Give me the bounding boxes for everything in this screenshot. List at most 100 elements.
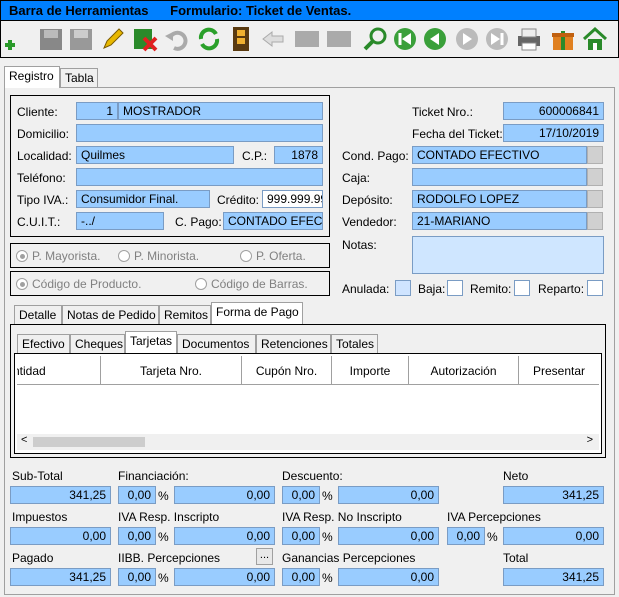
vendedor-field[interactable]: 21-MARIANO [412,212,587,230]
fecha-field[interactable]: 17/10/2019 [503,124,604,142]
financiacion-pct-field[interactable]: 0,00 [118,486,156,504]
iva-rni-pct-field[interactable]: 0,00 [282,527,320,545]
tab-remitos[interactable]: Remitos [159,305,211,325]
save-disabled-icon[interactable] [67,24,95,54]
first-record-icon[interactable] [391,24,419,54]
domicilio-field[interactable] [76,124,323,142]
iva-perc-pct-field[interactable]: 0,00 [447,527,485,545]
edit-icon[interactable] [99,24,127,54]
reparto-label: Reparto: [538,282,585,296]
tab-tabla[interactable]: Tabla [60,68,98,88]
notas-field[interactable] [412,236,604,274]
ganancias-label: Ganancias Percepciones [282,551,416,565]
iva-rni-field[interactable]: 0,00 [338,527,439,545]
radio-p-mayorista[interactable]: P. Mayorista. [16,249,100,263]
caja-dropdown[interactable] [587,168,603,186]
home-icon[interactable] [581,24,609,54]
cuit-field[interactable]: -../ [76,212,164,230]
ganancias-pct-field[interactable]: 0,00 [282,568,320,586]
pagado-field[interactable]: 341,25 [10,568,111,586]
search-icon[interactable] [361,24,389,54]
ticket-nro-field[interactable]: 600006841 [503,102,604,120]
total-field[interactable]: 341,25 [503,568,604,586]
radio-codigo-producto[interactable]: Código de Producto. [16,277,141,291]
pct-sign: % [322,571,333,585]
horizontal-scrollbar[interactable]: < > [17,434,599,450]
descuento-pct-field[interactable]: 0,00 [282,486,320,504]
cuit-label: C.U.I.T.: [17,215,61,229]
financiacion-field[interactable]: 0,00 [174,486,275,504]
refresh-icon[interactable] [195,24,223,54]
disabled-icon[interactable] [293,24,321,54]
baja-checkbox[interactable] [447,280,463,296]
cp-field[interactable]: 1878 [274,146,323,164]
tab-detalle[interactable]: Detalle [14,305,62,325]
remito-checkbox[interactable] [514,280,530,296]
ganancias-field[interactable]: 0,00 [338,568,439,586]
iva-ri-field[interactable]: 0,00 [174,527,275,545]
add-icon[interactable] [3,24,31,54]
tab-forma-pago[interactable]: Forma de Pago [211,302,303,324]
vendedor-dropdown[interactable] [587,212,603,230]
iibb-field[interactable]: 0,00 [174,568,275,586]
last-record-icon[interactable] [483,24,511,54]
iva-ri-pct-field[interactable]: 0,00 [118,527,156,545]
next-record-icon[interactable] [453,24,481,54]
iibb-ellipsis-button[interactable]: ... [256,548,273,565]
previous-record-icon[interactable] [421,24,449,54]
credito-field[interactable]: 999.999.99 [262,190,323,208]
grid-header-importe[interactable]: Importe [332,356,409,384]
descuento-field[interactable]: 0,00 [338,486,439,504]
scrollbar-thumb[interactable] [33,437,145,447]
iva-perc-field[interactable]: 0,00 [503,527,604,545]
anulada-checkbox[interactable] [395,280,411,296]
anulada-label: Anulada: [342,282,390,296]
tab-totales[interactable]: Totales [331,334,378,354]
tab-cheques[interactable]: Cheques [70,334,125,354]
tarjetas-grid[interactable]: ntidad Tarjeta Nro. Cupón Nro. Importe A… [17,356,599,436]
grid-header-cupon-nro[interactable]: Cupón Nro. [242,356,332,384]
undo-icon[interactable] [163,24,191,54]
impuestos-field[interactable]: 0,00 [10,527,111,545]
grid-header-presentar[interactable]: Presentar [519,356,599,384]
subtotal-field[interactable]: 341,25 [10,486,111,504]
tab-tarjetas[interactable]: Tarjetas [125,331,177,353]
tarjetas-panel: ntidad Tarjeta Nro. Cupón Nro. Importe A… [14,353,602,454]
tab-notas-pedido[interactable]: Notas de Pedido [62,305,159,325]
grid-header-tarjeta-nro[interactable]: Tarjeta Nro. [101,356,242,384]
tab-retenciones[interactable]: Retenciones [256,334,331,354]
iibb-pct-field[interactable]: 0,00 [118,568,156,586]
gift-icon[interactable] [549,24,577,54]
tab-registro[interactable]: Registro [4,66,60,88]
grid-header-cantidad[interactable]: ntidad [17,356,101,384]
delete-icon[interactable] [131,24,159,54]
localidad-field[interactable]: Quilmes [76,146,234,164]
scroll-left-icon[interactable]: < [21,434,27,446]
grid-header-autorizacion[interactable]: Autorización [409,356,519,384]
reparto-checkbox[interactable] [587,280,603,296]
film-icon[interactable] [227,24,255,54]
radio-codigo-barras[interactable]: Código de Barras. [195,277,308,291]
printer-icon[interactable] [515,24,543,54]
cliente-code-field[interactable]: 1 [76,102,118,120]
scroll-right-icon[interactable]: > [587,434,593,446]
tab-efectivo[interactable]: Efectivo [17,334,70,354]
pct-sign: % [158,489,169,503]
radio-p-minorista[interactable]: P. Minorista. [118,249,199,263]
radio-label: P. Minorista. [134,249,200,263]
cond-pago-field[interactable]: CONTADO EFECTIVO [412,146,587,164]
caja-field[interactable] [412,168,587,186]
tab-documentos[interactable]: Documentos [177,334,256,354]
neto-field[interactable]: 341,25 [503,486,604,504]
cond-pago-dropdown[interactable] [587,146,603,164]
disabled-icon[interactable] [325,24,353,54]
deposito-field[interactable]: RODOLFO LOPEZ [412,190,587,208]
deposito-dropdown[interactable] [587,190,603,208]
c-pago-field[interactable]: CONTADO EFECTIVO [223,212,323,230]
save-icon[interactable] [37,24,65,54]
radio-p-oferta[interactable]: P. Oferta. [240,249,306,263]
telefono-field[interactable] [76,168,323,186]
cliente-name-field[interactable]: MOSTRADOR [118,102,323,120]
tipo-iva-field[interactable]: Consumidor Final. [76,190,210,208]
back-arrow-icon[interactable] [259,24,287,54]
